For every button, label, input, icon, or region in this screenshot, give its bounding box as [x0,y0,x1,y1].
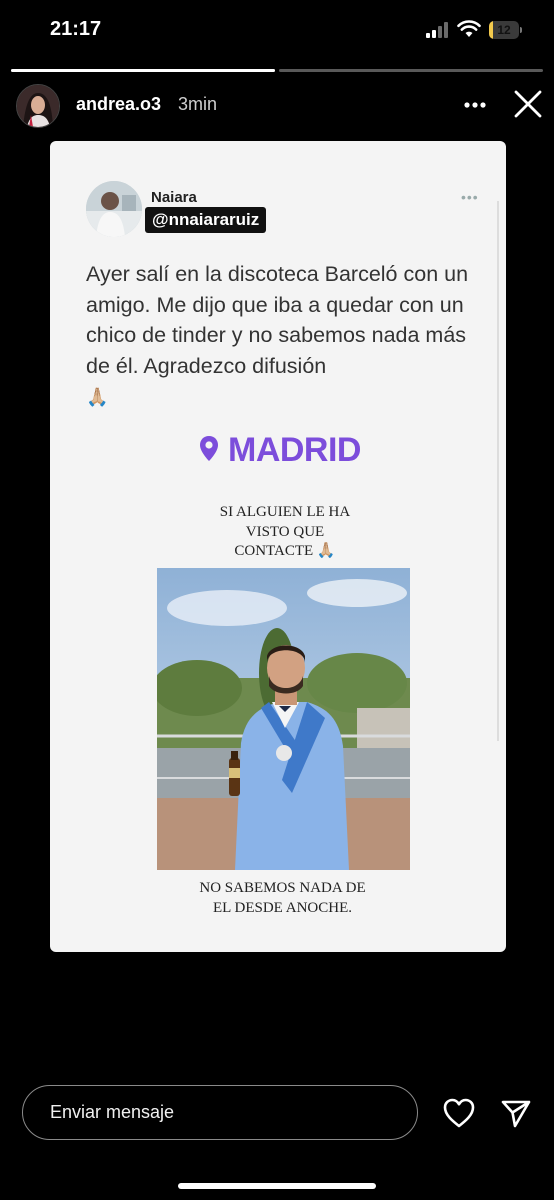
heart-icon[interactable] [442,1097,476,1129]
instagram-story-screen: 21:17 12 andrea.o3 3min Naiara @nnaiarar… [0,0,554,1200]
story-username[interactable]: andrea.o3 [76,94,161,115]
cellular-signal-icon [426,22,448,38]
close-icon[interactable] [512,88,544,120]
avatar[interactable] [16,84,60,128]
story-progress-fill [11,69,275,72]
poster-bottom-text: NO SABEMOS NADA DE EL DESDE ANOCHE. [160,879,405,918]
wifi-icon [457,20,481,37]
story-progress-segment-1 [11,69,275,72]
poster-line: EL DESDE ANOCHE. [212,899,353,916]
send-message-input[interactable] [22,1085,418,1140]
tweet-text: Ayer salí en la discoteca Barceló con un… [86,259,486,413]
poster-line: SI ALGUIEN LE HA [219,504,351,520]
send-icon[interactable] [500,1097,532,1129]
story-header: andrea.o3 3min [0,82,554,128]
battery-indicator: 12 [489,21,523,39]
tweet-scroll-indicator [497,201,499,741]
home-indicator [178,1183,376,1189]
praying-hands-emoji: 🙏🏼 [86,387,109,407]
tweet-author-avatar [86,181,142,237]
poster-top-text: SI ALGUIEN LE HA VISTO QUE CONTACTE 🙏🏼 [190,503,380,562]
tweet-author-handle: @nnaiararuiz [145,207,267,233]
story-content-card: Naiara @nnaiararuiz ••• Ayer salí en la … [50,141,506,952]
story-time-ago: 3min [178,94,218,114]
location-text: MADRID [228,431,361,469]
poster-line: VISTO QUE [245,523,325,540]
tweet-author-name: Naiara [151,189,197,206]
battery-level: 12 [497,23,511,37]
tweet-body: Ayer salí en la discoteca Barceló con un… [86,262,469,378]
tweet-menu-icon: ••• [461,189,479,205]
missing-person-photo [157,568,410,870]
story-progress-segment-2 [279,69,543,72]
location-pin-icon [200,436,218,461]
more-horizontal-icon[interactable] [462,92,488,118]
poster-line: CONTACTE 🙏🏼 [234,543,336,559]
status-bar: 21:17 12 [0,0,554,62]
poster-line: NO SABEMOS NADA DE [199,880,366,896]
clock: 21:17 [50,18,102,40]
